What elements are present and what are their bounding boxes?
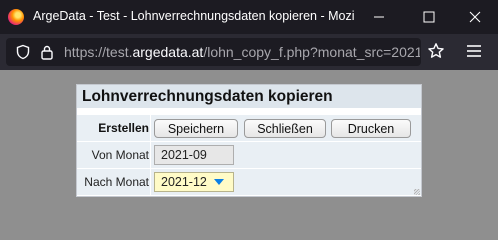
close-button[interactable]: Schließen — [244, 119, 326, 138]
to-month-value: 2021-12 — [161, 175, 207, 189]
dialog-title: Lohnverrechnungsdaten kopieren — [77, 85, 421, 108]
page-content: Lohnverrechnungsdaten kopieren Erstellen… — [0, 70, 498, 217]
dropdown-arrow-icon[interactable] — [214, 179, 224, 185]
resize-grip-icon[interactable] — [414, 189, 420, 195]
close-window-button[interactable] — [452, 0, 498, 34]
to-month-select[interactable]: 2021-12 — [154, 172, 234, 192]
row-divider — [150, 142, 151, 168]
from-month-field: 2021-09 — [154, 145, 234, 165]
address-bar[interactable]: https://test.argedata.at/lohn_copy_f.php… — [6, 38, 421, 66]
url-domain: argedata.at — [132, 44, 204, 60]
print-button[interactable]: Drucken — [331, 119, 411, 138]
actions-label: Erstellen — [98, 121, 149, 135]
actions-row: Erstellen Speichern Schließen Drucken — [77, 114, 421, 141]
maximize-button[interactable] — [406, 0, 452, 34]
url-path: /lohn_copy_f.php?monat_src=2021-09 — [203, 44, 420, 60]
row-divider — [150, 169, 151, 195]
from-month-label: Von Monat — [91, 148, 149, 162]
firefox-logo-icon — [8, 9, 24, 25]
url-prefix: https://test. — [64, 44, 133, 60]
maximize-icon — [423, 11, 435, 23]
close-icon — [469, 11, 481, 23]
from-month-row: Von Monat 2021-09 — [77, 141, 421, 168]
url-text[interactable]: https://test.argedata.at/lohn_copy_f.php… — [64, 44, 420, 60]
bookmark-star-icon[interactable] — [427, 42, 445, 60]
to-month-label: Nach Monat — [84, 175, 149, 189]
browser-toolbar: https://test.argedata.at/lohn_copy_f.php… — [0, 34, 498, 70]
copy-payroll-dialog: Lohnverrechnungsdaten kopieren Erstellen… — [76, 84, 422, 197]
minimize-button[interactable] — [356, 0, 402, 34]
minimize-icon — [374, 16, 384, 18]
tracking-protection-shield-icon[interactable] — [15, 44, 31, 60]
row-divider — [150, 115, 151, 141]
window-title: ArgeData - Test - Lohnverrechnungsdaten … — [33, 9, 355, 23]
hamburger-menu-icon[interactable] — [466, 44, 482, 58]
to-month-row: Nach Monat 2021-12 — [77, 168, 421, 195]
save-button[interactable]: Speichern — [154, 119, 238, 138]
window-titlebar: ArgeData - Test - Lohnverrechnungsdaten … — [0, 0, 498, 34]
lock-icon[interactable] — [40, 44, 54, 60]
